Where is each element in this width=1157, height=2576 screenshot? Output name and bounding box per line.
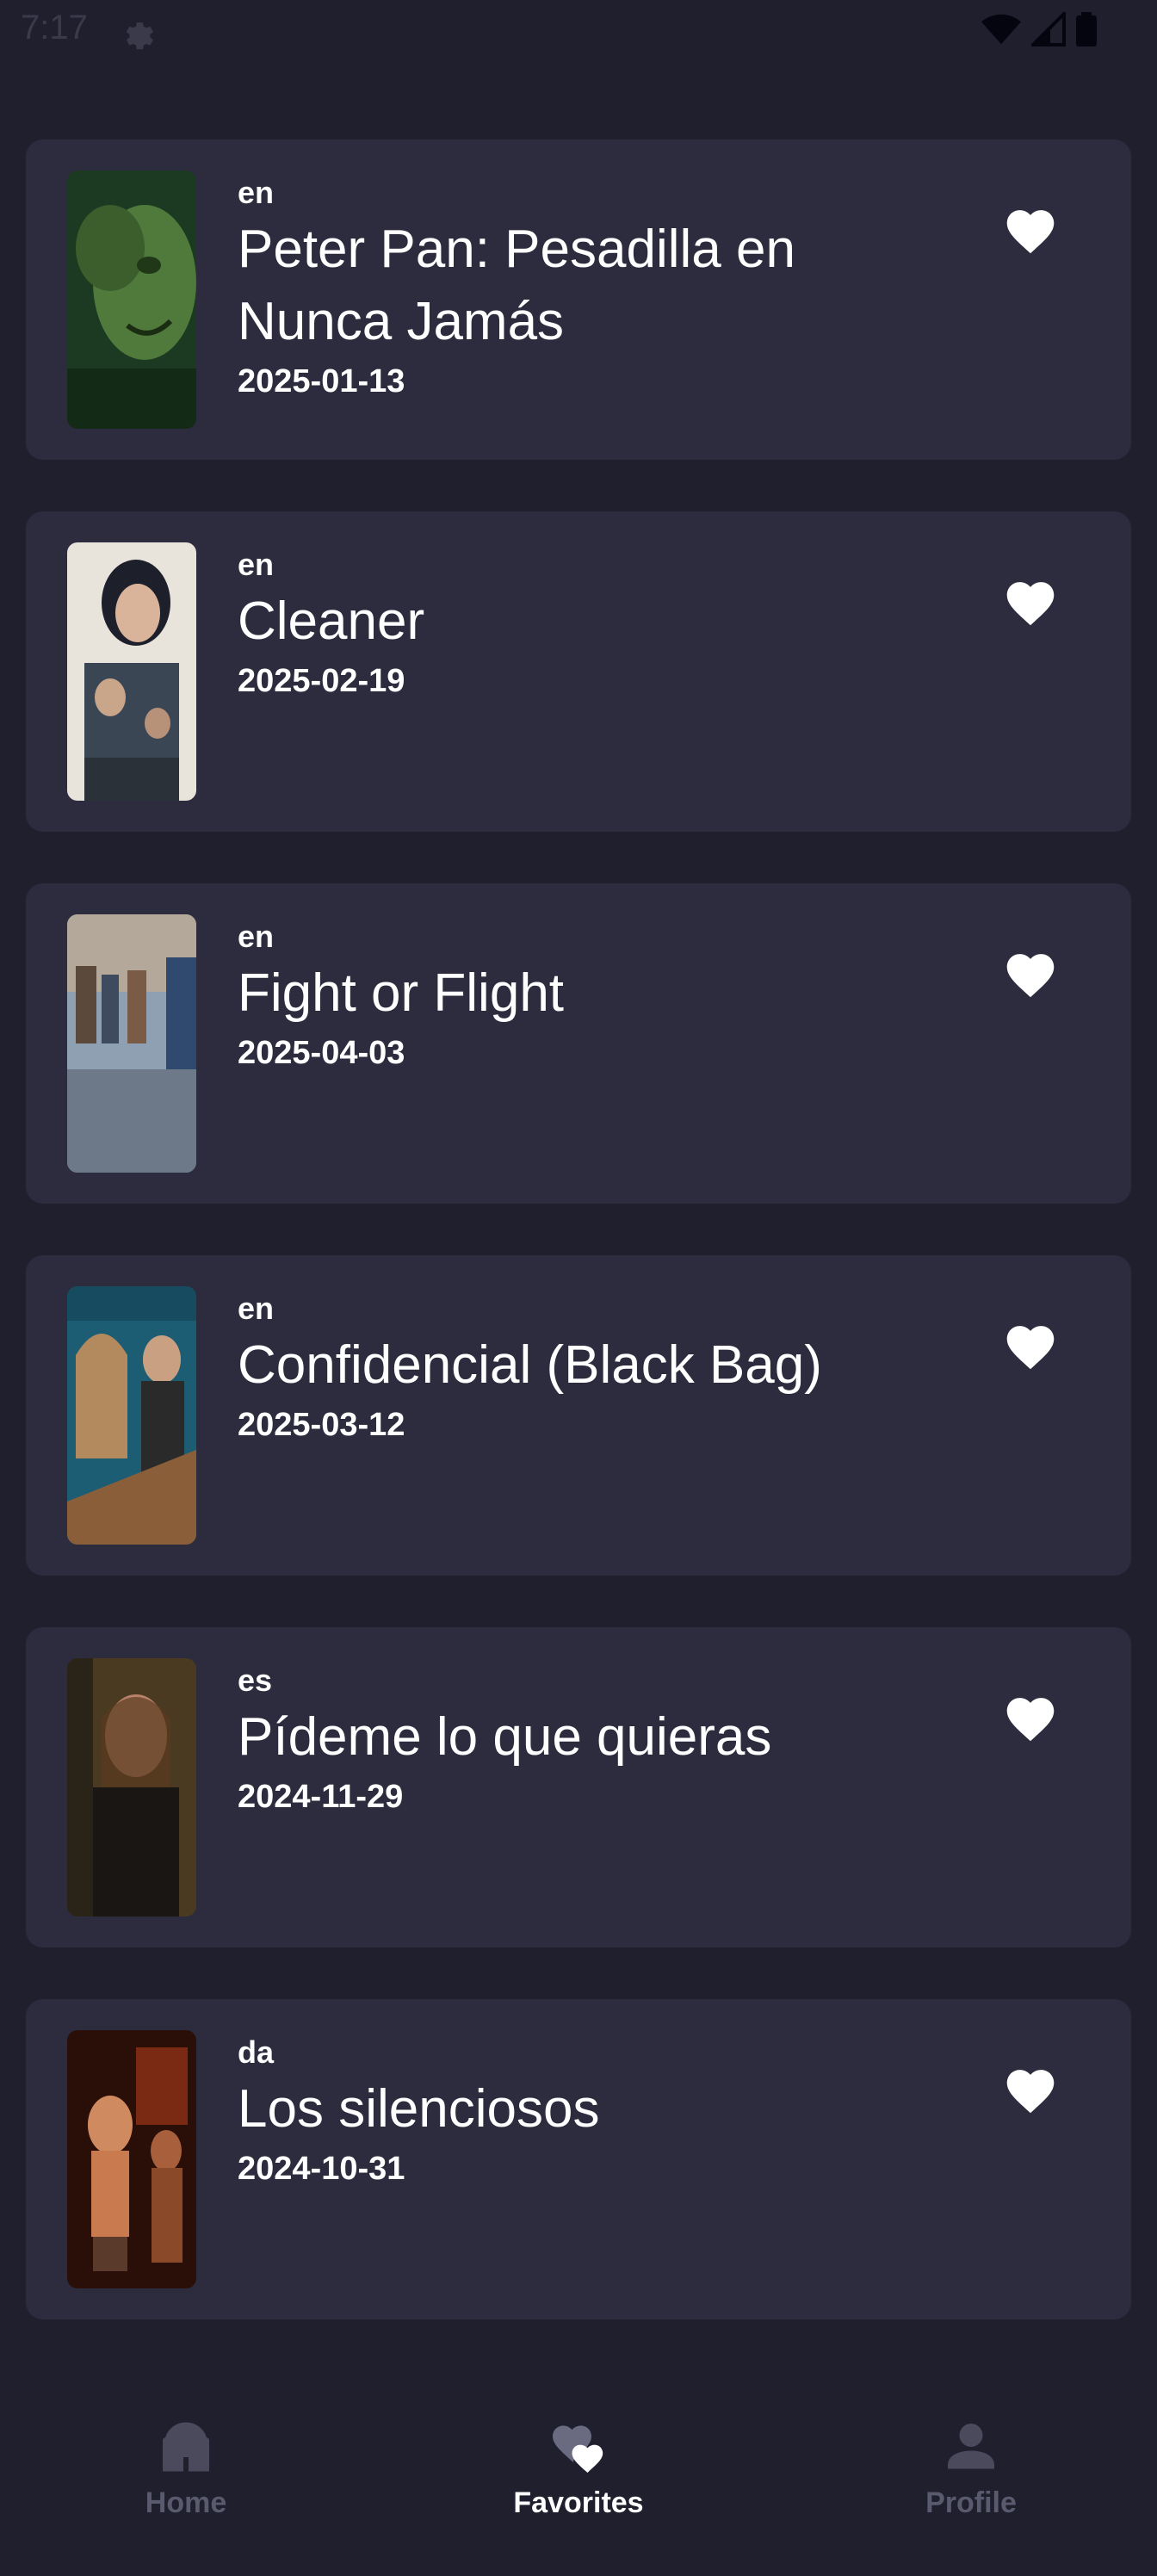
status-icons — [981, 12, 1097, 46]
movie-poster — [67, 170, 196, 429]
status-bar: 7:17 — [0, 0, 1157, 65]
movie-release-date: 2025-01-13 — [238, 363, 405, 399]
movie-release-date: 2025-04-03 — [238, 1035, 405, 1071]
movie-language: en — [238, 547, 275, 582]
movie-card[interactable]: en Fight or Flight 2025-04-03 — [26, 883, 1131, 1204]
movie-release-date: 2025-03-12 — [238, 1407, 405, 1443]
status-time: 7:17 — [21, 9, 88, 46]
signal-icon — [1031, 12, 1066, 46]
movie-info: en Confidencial (Black Bag) 2025-03-12 — [238, 1290, 926, 1446]
movie-language: en — [238, 919, 275, 954]
favorite-heart-icon[interactable] — [1002, 947, 1059, 999]
movie-info: en Peter Pan: Pesadilla en Nunca Jamás 2… — [238, 174, 926, 403]
movie-card[interactable]: en Cleaner 2025-02-19 — [26, 511, 1131, 832]
nav-favorites-label: Favorites — [513, 2486, 644, 2519]
movie-release-date: 2024-10-31 — [238, 2151, 405, 2187]
movie-card[interactable]: en Confidencial (Black Bag) 2025-03-12 — [26, 1255, 1131, 1576]
movie-language: en — [238, 1291, 275, 1326]
favorite-heart-icon[interactable] — [1002, 1691, 1059, 1743]
wifi-icon — [981, 14, 1021, 45]
nav-home[interactable]: Home — [57, 2416, 315, 2520]
bottom-navigation: Home Favorites Profile — [0, 2369, 1157, 2576]
movie-card[interactable]: es Pídeme lo que quieras 2024-11-29 — [26, 1627, 1131, 1947]
movie-release-date: 2024-11-29 — [238, 1779, 404, 1815]
movie-info: en Cleaner 2025-02-19 — [238, 546, 926, 703]
movie-poster — [67, 1658, 196, 1917]
nav-home-label: Home — [145, 2486, 227, 2519]
favorite-heart-icon[interactable] — [1002, 575, 1059, 627]
movie-title: Fight or Flight — [238, 963, 565, 1023]
gear-icon — [126, 22, 153, 50]
movie-info: es Pídeme lo que quieras 2024-11-29 — [238, 1662, 926, 1818]
movie-title: Confidencial (Black Bag) — [238, 1335, 822, 1395]
movie-title: Los silenciosos — [238, 2079, 600, 2139]
movie-release-date: 2025-02-19 — [238, 663, 405, 699]
movie-card[interactable]: da Los silenciosos 2024-10-31 — [26, 1999, 1131, 2319]
favorite-heart-icon[interactable] — [1002, 1319, 1059, 1371]
movie-card[interactable]: en Peter Pan: Pesadilla en Nunca Jamás 2… — [26, 139, 1131, 460]
profile-icon — [948, 2424, 994, 2469]
movie-poster — [67, 542, 196, 801]
movie-language: da — [238, 2034, 275, 2070]
nav-profile[interactable]: Profile — [842, 2416, 1100, 2520]
movie-poster — [67, 914, 196, 1173]
movie-title: Pídeme lo que quieras — [238, 1707, 772, 1767]
movie-title: Peter Pan: Pesadilla en Nunca Jamás — [238, 220, 795, 351]
home-icon — [163, 2422, 209, 2472]
favorites-icon — [553, 2425, 603, 2473]
battery-icon — [1076, 12, 1097, 46]
favorite-heart-icon[interactable] — [1002, 2063, 1059, 2115]
favorite-heart-icon[interactable] — [1002, 203, 1059, 255]
movie-info: en Fight or Flight 2025-04-03 — [238, 918, 926, 1074]
nav-profile-label: Profile — [925, 2486, 1017, 2519]
favorites-list: en Peter Pan: Pesadilla en Nunca Jamás 2… — [26, 139, 1131, 2371]
movie-info: da Los silenciosos 2024-10-31 — [238, 2034, 926, 2190]
movie-poster — [67, 2030, 196, 2288]
nav-favorites[interactable]: Favorites — [449, 2416, 708, 2520]
movie-language: es — [238, 1663, 273, 1698]
movie-poster — [67, 1286, 196, 1545]
movie-language: en — [238, 175, 275, 210]
movie-title: Cleaner — [238, 591, 425, 651]
